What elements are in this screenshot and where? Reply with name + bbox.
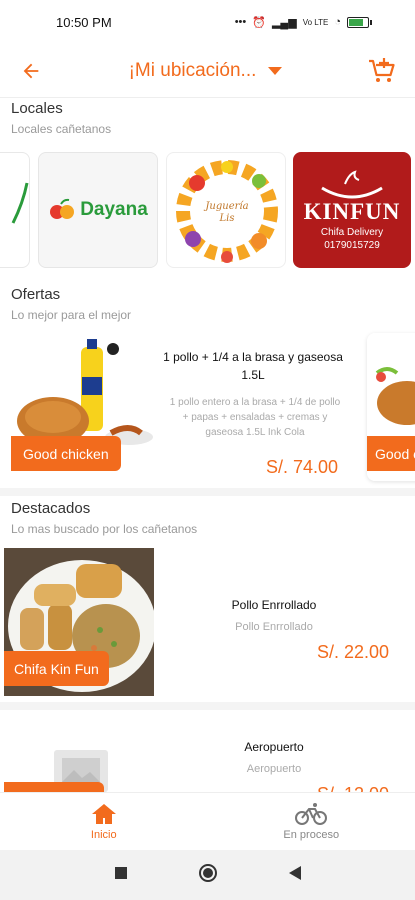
stores-carousel[interactable]: Dayana Juguería Lis KINFUN Chifa Deliver… xyxy=(0,148,415,270)
featured-card[interactable]: Chifa Kin Fun Pollo Enrrollado Pollo Enr… xyxy=(4,548,411,698)
featured-card[interactable]: Aeropuerto Aeropuerto S/. 12.00 xyxy=(4,716,411,792)
leaf-logo-icon xyxy=(11,182,29,224)
store-lis-name: Juguería Lis xyxy=(205,201,249,224)
status-time: 10:50 PM xyxy=(56,14,112,30)
offer-title: 1 pollo + 1/4 a la brasa y gaseosa 1.5L xyxy=(163,350,343,382)
stores-section-title: Locales xyxy=(11,100,63,117)
back-button[interactable] xyxy=(18,58,44,84)
wifi-icon: ◔ xyxy=(334,16,341,28)
store-dayana-name: Dayana xyxy=(80,199,148,220)
offer-store-badge-partial: Good ch xyxy=(367,436,415,471)
featured-price: S/. 22.00 xyxy=(316,642,389,662)
status-bar: 10:50 PM ••• ⏰ ▂▄▆ Vo LTE ◔ xyxy=(0,0,415,44)
offer-price: S/. 74.00 xyxy=(265,457,338,477)
offers-section-subtitle: Lo mejor para el mejor xyxy=(11,308,132,322)
circle-icon xyxy=(198,863,217,882)
volte-icon: Vo LTE xyxy=(302,17,329,27)
featured-image-placeholder xyxy=(4,716,154,792)
offers-section-title: Ofertas xyxy=(11,286,61,303)
featured-subtitle: Aeropuerto xyxy=(246,763,302,775)
add-to-cart-button[interactable] xyxy=(367,56,397,86)
caret-down-icon xyxy=(268,66,283,75)
square-icon xyxy=(114,866,127,879)
featured-section-title: Destacados xyxy=(11,500,91,517)
arrow-left-icon xyxy=(23,63,39,78)
nav-label-inicio: Inicio xyxy=(90,829,117,841)
featured-store-badge: Chifa Kin Fun xyxy=(4,651,109,686)
location-selector[interactable]: ¡Mi ubicación... xyxy=(129,60,283,82)
offer-card-partial[interactable]: Good ch xyxy=(367,333,415,481)
recent-apps-button[interactable] xyxy=(114,866,128,885)
back-system-button[interactable] xyxy=(288,865,302,886)
nav-item-en-proceso[interactable]: En proceso xyxy=(208,793,415,850)
featured-store-badge xyxy=(4,782,104,792)
alarm-icon: ⏰ xyxy=(252,16,266,29)
store-card-partial[interactable] xyxy=(0,152,30,268)
home-system-button[interactable] xyxy=(198,863,218,888)
featured-name: Aeropuerto xyxy=(244,740,304,754)
offer-card[interactable]: Good chicken 1 pollo + 1/4 a la brasa y … xyxy=(11,333,356,483)
bottom-navigation: Inicio En proceso xyxy=(0,792,415,850)
featured-section-subtitle: Lo mas buscado por los cañetanos xyxy=(11,522,198,536)
home-icon xyxy=(91,804,116,824)
location-label: ¡Mi ubicación... xyxy=(128,59,257,81)
store-kinfun-tagline: Chifa Delivery xyxy=(320,227,384,238)
system-navigation-bar xyxy=(0,850,415,900)
signal-icon: ▂▄▆ xyxy=(271,16,297,29)
notification-dots-icon: ••• xyxy=(234,16,247,28)
featured-subtitle: Pollo Enrrollado xyxy=(235,621,313,633)
store-card-lis[interactable]: Juguería Lis xyxy=(166,152,286,268)
offer-store-badge: Good chicken xyxy=(11,436,121,471)
app-bar: ¡Mi ubicación... xyxy=(0,44,415,98)
bicycle-icon xyxy=(295,803,328,825)
store-card-kinfun[interactable]: KINFUN Chifa Delivery 0179015729 xyxy=(293,152,411,268)
nav-label-en-proceso: En proceso xyxy=(283,829,340,841)
status-icons: ••• ⏰ ▂▄▆ Vo LTE ◔ xyxy=(234,16,372,29)
fruit-logo-icon xyxy=(50,198,75,219)
triangle-back-icon xyxy=(288,865,301,880)
offer-description: 1 pollo entero a la brasa + 1/4 de pollo… xyxy=(169,397,341,438)
nav-item-inicio[interactable]: Inicio xyxy=(0,793,208,850)
battery-icon xyxy=(347,16,372,28)
wok-icon xyxy=(321,170,383,199)
store-card-dayana[interactable]: Dayana xyxy=(38,152,158,268)
featured-name: Pollo Enrrollado xyxy=(231,598,317,612)
card-divider xyxy=(0,702,415,710)
cart-plus-icon xyxy=(369,57,395,82)
stores-section-subtitle: Locales cañetanos xyxy=(11,122,112,136)
store-kinfun-phone: 0179015729 xyxy=(324,240,380,251)
featured-price: S/. 12.00 xyxy=(317,784,389,792)
section-divider xyxy=(0,488,415,496)
